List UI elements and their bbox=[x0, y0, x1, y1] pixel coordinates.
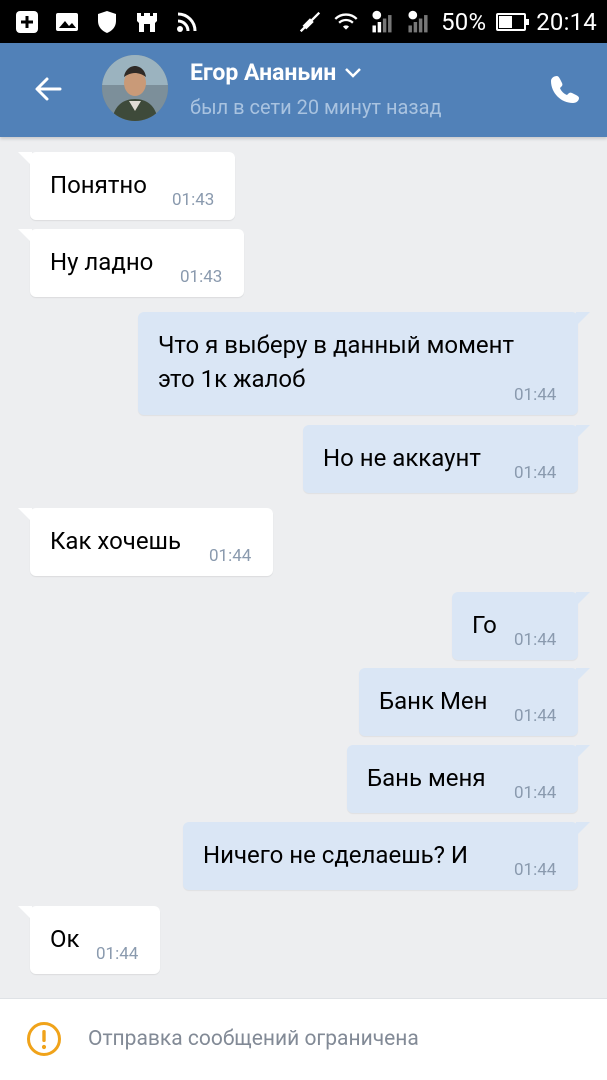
message-text: Ок bbox=[50, 925, 80, 953]
message-time: 01:44 bbox=[514, 706, 557, 726]
battery-percent: 50% bbox=[441, 7, 487, 36]
clock: 20:14 bbox=[536, 7, 597, 36]
contact-name-label: Егор Ананьин bbox=[190, 59, 337, 86]
contact-last-seen: был в сети 20 минут назад bbox=[190, 95, 442, 119]
message-time: 01:44 bbox=[514, 630, 557, 650]
notification-icons bbox=[14, 9, 200, 35]
plus-notification-icon bbox=[14, 9, 40, 35]
message-time: 01:44 bbox=[514, 385, 557, 405]
battery-icon bbox=[496, 12, 530, 31]
message-time: 01:44 bbox=[96, 944, 139, 964]
message-time: 01:44 bbox=[514, 860, 557, 880]
gallery-icon bbox=[54, 9, 80, 35]
phone-icon bbox=[551, 76, 579, 103]
message-text: Как хочешь bbox=[50, 527, 181, 555]
message-time: 01:43 bbox=[180, 267, 223, 287]
contact-name[interactable]: Егор Ананьин bbox=[190, 59, 362, 86]
mute-icon bbox=[297, 9, 323, 35]
arrow-left-icon bbox=[35, 77, 62, 101]
message-outgoing[interactable]: Что я выберу в данный момент это 1к жало… bbox=[138, 312, 590, 415]
system-icons: 50% 20:14 bbox=[297, 0, 597, 43]
message-outgoing[interactable]: Банк Мен 01:44 bbox=[359, 668, 590, 736]
message-incoming[interactable]: Ок 01:44 bbox=[18, 906, 160, 974]
message-outgoing[interactable]: Го 01:44 bbox=[452, 592, 590, 660]
messaging-restricted-bar: Отправка сообщений ограничена bbox=[0, 998, 607, 1080]
messaging-restricted-notice: Отправка сообщений ограничена bbox=[88, 1027, 419, 1051]
message-text: Бань меня bbox=[367, 764, 486, 792]
call-button[interactable] bbox=[547, 71, 583, 107]
message-text: Что я выберу в данный момент это 1к жало… bbox=[158, 331, 514, 393]
message-outgoing[interactable]: Ничего не сделаешь? И 01:44 bbox=[183, 822, 590, 890]
message-text: Но не аккаунт bbox=[323, 444, 481, 472]
signal-1-icon bbox=[369, 9, 395, 35]
message-text: Понятно bbox=[50, 171, 147, 199]
message-text: Банк Мен bbox=[379, 687, 488, 715]
message-outgoing[interactable]: Но не аккаунт 01:44 bbox=[303, 425, 590, 493]
chevron-down-icon bbox=[345, 67, 362, 78]
message-text: Го bbox=[472, 611, 497, 639]
message-incoming[interactable]: Как хочешь 01:44 bbox=[18, 508, 273, 576]
chat-header: Егор Ананьин был в сети 20 минут назад bbox=[0, 43, 607, 137]
message-time: 01:44 bbox=[209, 546, 252, 566]
message-text: Ничего не сделаешь? И bbox=[203, 841, 469, 869]
warning-icon bbox=[27, 1022, 61, 1056]
castle-icon bbox=[134, 9, 160, 35]
message-time: 01:44 bbox=[514, 783, 557, 803]
wifi-icon bbox=[333, 9, 359, 35]
rss-icon bbox=[174, 9, 200, 35]
shield-icon bbox=[94, 9, 120, 35]
message-incoming[interactable]: Понятно 01:43 bbox=[18, 152, 235, 220]
message-time: 01:43 bbox=[172, 190, 215, 210]
status-bar: 50% 20:14 bbox=[0, 0, 607, 43]
back-button[interactable] bbox=[28, 69, 68, 109]
message-time: 01:44 bbox=[514, 463, 557, 483]
message-outgoing[interactable]: Бань меня 01:44 bbox=[347, 745, 590, 813]
message-incoming[interactable]: Ну ладно 01:43 bbox=[18, 229, 244, 297]
message-text: Ну ладно bbox=[50, 248, 154, 276]
signal-2-icon bbox=[405, 9, 431, 35]
avatar[interactable] bbox=[102, 55, 168, 121]
